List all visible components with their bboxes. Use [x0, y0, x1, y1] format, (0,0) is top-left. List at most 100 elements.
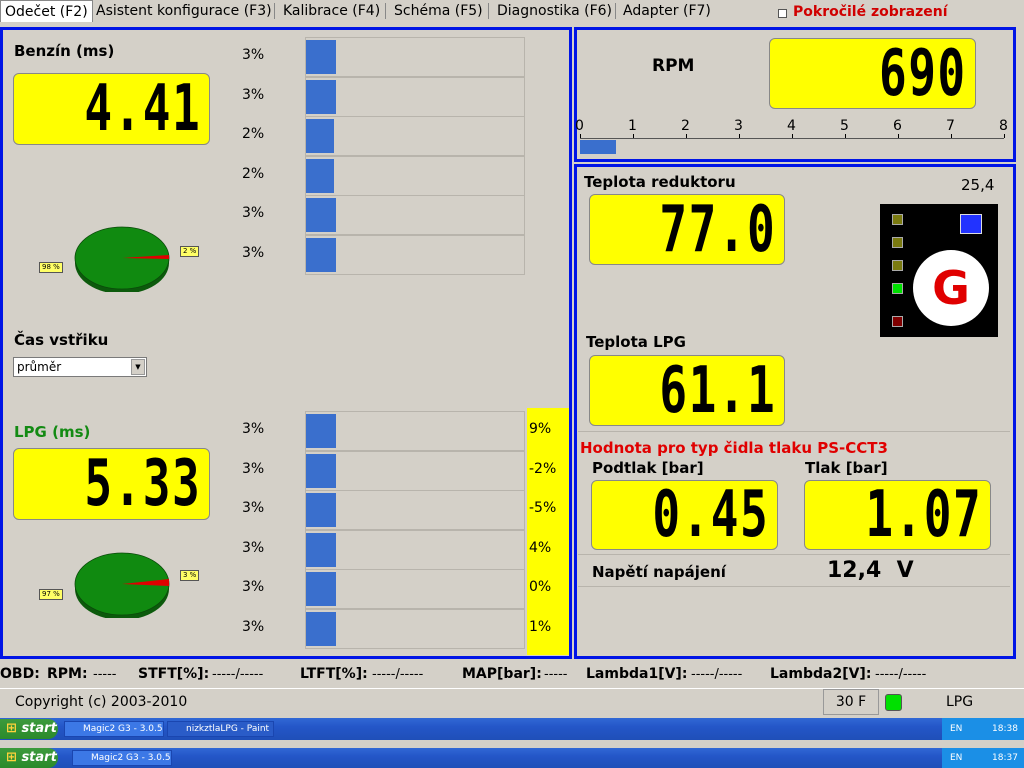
petrol-cylinder-6-percent: 3%	[242, 245, 265, 261]
obd-lambda2-value: -----/-----	[875, 667, 927, 682]
lpg-cylinder-3-bar	[305, 490, 525, 531]
windows-logo-icon: ⊞	[6, 750, 17, 765]
vacuum-label: Podtlak [bar]	[592, 459, 704, 477]
petrol-pie-label-main: 98 %	[39, 262, 63, 273]
petrol-cylinder-2-bar	[305, 76, 525, 117]
start-label: start	[21, 750, 57, 765]
task-magic2-second[interactable]: Magic2 G3 - 3.0.5.1 (...	[72, 750, 172, 766]
lpg-cylinder-6-correction: 1%	[529, 619, 552, 635]
vacuum-value: 0.45	[652, 478, 769, 552]
chevron-down-icon[interactable]: ▼	[131, 359, 145, 375]
petrol-cylinder-1-bar	[305, 37, 525, 77]
obd-rpm-label: RPM:	[47, 666, 88, 682]
injection-time-title: Čas vstřiku	[14, 331, 109, 349]
task-magic2[interactable]: Magic2 G3 - 3.0.5.1 (...	[64, 721, 164, 737]
advanced-view-label[interactable]: Pokročilé zobrazení	[793, 4, 948, 20]
lpg-pie-label-main: 97 %	[39, 589, 63, 600]
lpg-cylinder-3-correction: -5%	[529, 500, 557, 517]
petrol-cylinder-2-percent: 3%	[242, 86, 265, 103]
rpm-display: 690	[769, 36, 976, 111]
lpg-cylinder-5-fill	[306, 572, 336, 607]
petrol-cylinder-5-percent: 3%	[242, 205, 265, 222]
tab-readout[interactable]: Odečet (F2)	[0, 0, 93, 22]
lpg-cylinder-6-percent: 3%	[242, 619, 265, 635]
rpm-scale-label-4: 4	[787, 118, 796, 134]
lpg-temp-value: 61.1	[659, 353, 776, 428]
lpg-cylinder-4-percent: 3%	[242, 539, 265, 556]
obd-prefix: OBD:	[0, 666, 40, 682]
start-button-second[interactable]: ⊞ start	[0, 748, 58, 768]
tab-separator	[615, 3, 616, 19]
lpg-cylinder-4-correction: 4%	[529, 539, 552, 556]
lpg-cylinder-1-bar	[305, 411, 525, 451]
rpm-scale-label-1: 1	[628, 118, 637, 134]
lpg-cylinder-1-correction: 9%	[529, 421, 552, 437]
rpm-scale-label-0: 0	[575, 118, 584, 134]
petrol-cylinder-4-fill	[306, 158, 334, 193]
rpm-scale: 0 1 2 3 4 5 6 7 8	[575, 118, 1012, 158]
system-tray: EN 18:38	[942, 718, 1024, 740]
injection-time-selected: průměr	[17, 360, 62, 374]
tab-config-assistant[interactable]: Asistent konfigurace (F3)	[92, 0, 276, 22]
lpg-cylinder-4-bar	[305, 529, 525, 570]
lpg-temp-label: Teplota LPG	[586, 333, 686, 351]
injection-time-select[interactable]: průměr ▼	[13, 357, 147, 377]
obd-map-value: -----	[544, 667, 568, 682]
petrol-cylinder-5-fill	[306, 198, 336, 233]
reducer-temp-label: Teplota reduktoru	[584, 173, 736, 191]
lpg-cylinder-1-percent: 3%	[242, 421, 265, 437]
start-button[interactable]: ⊞ start	[0, 719, 58, 739]
rpm-scale-label-2: 2	[681, 118, 690, 134]
obd-lambda1-value: -----/-----	[691, 667, 743, 682]
divider	[578, 586, 1010, 587]
rpm-label: RPM	[652, 56, 695, 76]
tab-calibration[interactable]: Kalibrace (F4)	[279, 0, 384, 22]
lpg-cylinder-2-percent: 3%	[242, 460, 265, 477]
lpg-cylinder-2-fill	[306, 453, 336, 488]
petrol-cylinder-1-percent: 3%	[242, 47, 265, 63]
gas-logo-icon: G	[913, 250, 989, 326]
reducer-temp-value: 77.0	[659, 192, 776, 267]
divider	[578, 431, 1010, 432]
system-tray-second: EN 18:37	[942, 748, 1024, 768]
blue-status-square	[960, 214, 982, 234]
status-indicator: G	[880, 204, 998, 337]
voltage-label: Napětí napájení	[592, 563, 726, 581]
petrol-pie-chart	[74, 226, 170, 292]
lpg-pie-chart	[74, 552, 170, 618]
lpg-correction-column	[527, 408, 569, 655]
petrol-cylinder-3-bar	[305, 116, 525, 157]
obd-ltft-label: LTFT[%]:	[300, 666, 368, 682]
pressure-value: 1.07	[865, 478, 982, 552]
obd-lambda2-label: Lambda2[V]:	[770, 666, 872, 682]
tab-schema[interactable]: Schéma (F5)	[390, 0, 487, 22]
lpg-temp-display: 61.1	[589, 353, 785, 428]
advanced-view-checkbox[interactable]	[778, 9, 787, 18]
taskbar: ⊞ start Magic2 G3 - 3.0.5.1 (... nizkztl…	[0, 718, 1024, 740]
language-indicator[interactable]: EN	[950, 753, 962, 763]
petrol-display: 4.41	[13, 72, 210, 146]
tab-diagnostics[interactable]: Diagnostika (F6)	[493, 0, 616, 22]
obd-rpm-value: -----	[93, 667, 117, 682]
obd-ltft-value: -----/-----	[372, 667, 424, 682]
clock: 18:38	[992, 724, 1018, 734]
window-edge	[0, 740, 1024, 748]
petrol-value: 4.41	[84, 72, 201, 146]
rpm-bar-fill	[580, 140, 616, 154]
obd-stft-label: STFT[%]:	[138, 666, 210, 682]
rpm-value: 690	[879, 36, 967, 111]
task-paint[interactable]: nizkztlaLPG - Paint	[167, 721, 274, 737]
status-led-2	[892, 237, 903, 248]
fuel-status-led	[885, 694, 902, 711]
language-indicator[interactable]: EN	[950, 724, 962, 734]
rpm-scale-label-7: 7	[946, 118, 955, 134]
copyright-text: Copyright (c) 2003-2010	[15, 694, 188, 710]
pressure-label: Tlak [bar]	[805, 459, 888, 477]
rpm-scale-label-3: 3	[734, 118, 743, 134]
lpg-value: 5.33	[84, 447, 201, 521]
tab-adapter[interactable]: Adapter (F7)	[619, 0, 715, 22]
lpg-pie-label-slice: 3 %	[180, 570, 200, 581]
reducer-temp-display: 77.0	[589, 192, 785, 267]
petrol-cylinder-3-fill	[306, 119, 334, 154]
status-led-5	[892, 316, 903, 327]
